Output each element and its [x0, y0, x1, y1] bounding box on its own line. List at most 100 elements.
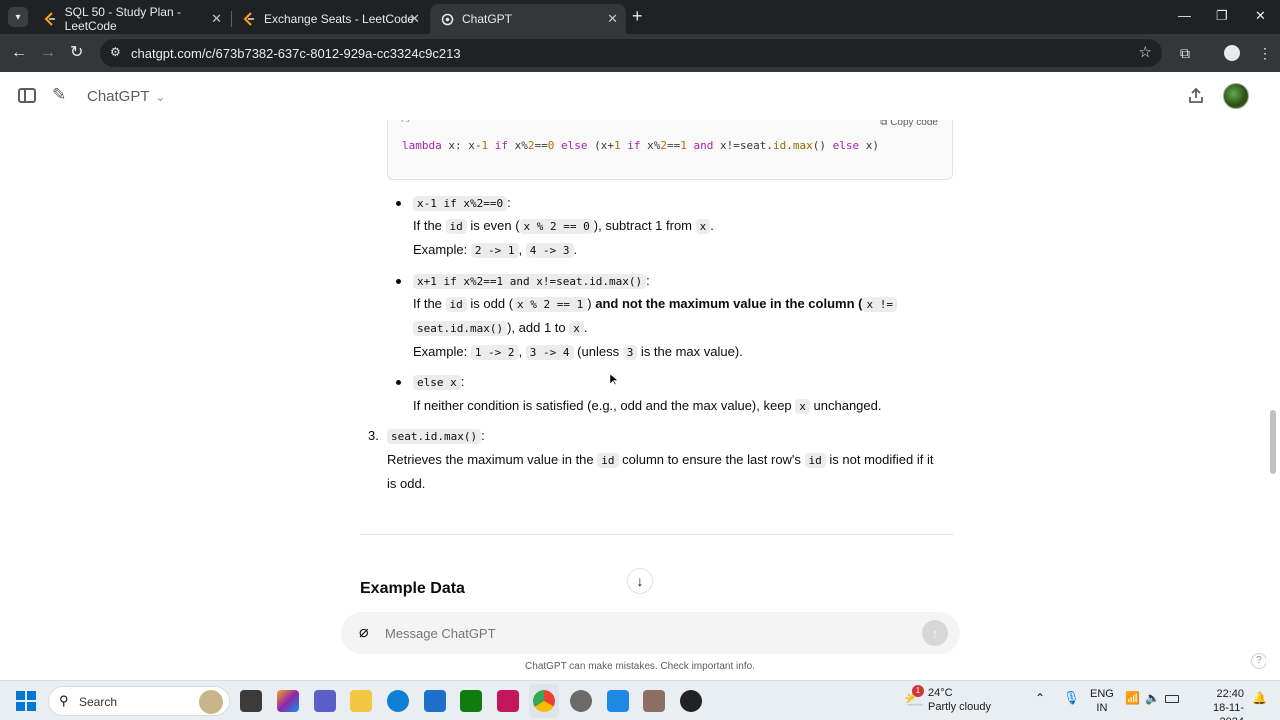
inline-code: x	[695, 219, 711, 234]
copilot-icon[interactable]	[277, 690, 299, 712]
text: :	[507, 195, 511, 210]
task-view-icon[interactable]	[240, 690, 262, 712]
numbered-line: is odd.	[387, 476, 426, 491]
notification-bell-icon[interactable]: 🔔	[1252, 691, 1267, 705]
clock[interactable]: 22:40 18-11-2024	[1192, 687, 1244, 720]
inline-code: 3 -> 4	[525, 345, 574, 360]
tray-chevron-icon[interactable]: ⌃	[1035, 691, 1045, 705]
mcafee-icon[interactable]	[497, 690, 519, 712]
inline-code: x !=	[862, 297, 897, 312]
region-code: IN	[1096, 702, 1108, 714]
attach-icon[interactable]: ⌀	[359, 622, 369, 642]
copy-code-button[interactable]: ⧉ Copy code	[880, 120, 938, 128]
text: :	[646, 273, 650, 288]
volume-icon[interactable]: 🔈	[1145, 691, 1160, 705]
tab-search-button[interactable]: ▾	[8, 7, 28, 27]
disclaimer: ChatGPT can make mistakes. Check importa…	[525, 661, 755, 672]
text: :	[481, 428, 485, 443]
url-text: chatgpt.com/c/673b7382-637c-8012-929a-cc…	[131, 46, 461, 61]
reload-icon[interactable]: ↻	[70, 43, 83, 63]
code-token: 2	[660, 139, 667, 152]
avatar[interactable]	[1223, 83, 1249, 109]
text: unchanged.	[809, 398, 882, 413]
page-scrollbar[interactable]	[1266, 72, 1280, 680]
new-chat-icon[interactable]: ✎	[52, 85, 66, 105]
help-button[interactable]: ?	[1251, 653, 1266, 669]
inline-code: seat.id.max()	[387, 429, 482, 444]
windows-start-icon[interactable]	[16, 691, 36, 711]
chevron-down-icon: ⌄	[155, 90, 166, 104]
text: If the	[413, 296, 446, 311]
address-bar[interactable]: ⚙ chatgpt.com/c/673b7382-637c-8012-929a-…	[100, 39, 1162, 67]
tab-exchange-seats[interactable]: Exchange Seats - LeetCode ✕	[232, 4, 428, 34]
teams-icon[interactable]	[314, 690, 336, 712]
windows-taskbar: ⚲ Search ⛅ 1 24°C Partly cloudy ⌃ 🎙 ENG …	[0, 680, 1280, 720]
close-tab-icon[interactable]: ✕	[607, 11, 618, 27]
sidebar-toggle-icon[interactable]	[18, 88, 36, 103]
maximize-icon[interactable]: ❐	[1216, 8, 1228, 24]
search-label: Search	[79, 695, 118, 709]
share-icon[interactable]	[1186, 86, 1206, 106]
extensions-icon[interactable]: ⧉	[1180, 43, 1190, 63]
browser-tab-bar: ▾ SQL 50 - Study Plan - LeetCode ✕ Excha…	[0, 0, 1280, 34]
battery-icon[interactable]	[1165, 695, 1179, 703]
scroll-to-bottom-button[interactable]: ↓	[627, 568, 653, 594]
taskbar-search-box[interactable]: ⚲ Search	[48, 686, 230, 716]
language-indicator[interactable]: ENG IN	[1090, 687, 1114, 715]
text: Retrieves the maximum value in the	[387, 452, 598, 467]
bullet-dot	[396, 201, 401, 206]
close-tab-icon[interactable]: ✕	[211, 11, 222, 27]
message-input[interactable]	[385, 622, 905, 644]
edge-icon[interactable]	[387, 690, 409, 712]
minimize-icon[interactable]: —	[1178, 8, 1191, 23]
close-tab-icon[interactable]: ✕	[409, 11, 420, 27]
bullet-example: Example: 2 -> 1, 4 -> 3.	[413, 242, 577, 259]
settings-icon[interactable]	[570, 690, 592, 712]
code-token: else	[561, 139, 588, 152]
tab-title: SQL 50 - Study Plan - LeetCode	[64, 5, 181, 33]
close-window-icon[interactable]: ✕	[1255, 8, 1266, 24]
wifi-icon[interactable]: 📶	[1125, 691, 1140, 705]
section-heading: Example Data	[360, 580, 465, 597]
browser-menu-icon[interactable]: ⋮	[1258, 43, 1272, 63]
bookmark-star-icon[interactable]: ☆	[1139, 43, 1152, 61]
send-button[interactable]: ↑	[922, 620, 948, 646]
text: is odd (	[466, 296, 514, 311]
microphone-icon[interactable]: 🎙	[1063, 690, 1080, 706]
leetcode-icon	[242, 12, 256, 26]
code-token: x%	[640, 139, 661, 152]
xbox-icon[interactable]	[460, 690, 482, 712]
new-tab-button[interactable]: +	[632, 7, 643, 25]
model-selector[interactable]: ChatGPT ⌄	[87, 88, 165, 105]
text: Example:	[413, 242, 471, 257]
forward-icon[interactable]: →	[40, 43, 56, 63]
profile-icon[interactable]	[1224, 45, 1240, 61]
section-divider	[360, 534, 954, 535]
bold-text: and not the maximum value in the column …	[595, 296, 863, 311]
inline-code: x % 2 == 0	[519, 219, 594, 234]
github-icon[interactable]	[680, 690, 702, 712]
app-title: ChatGPT	[87, 88, 150, 105]
search-icon: ⚲	[59, 693, 69, 708]
text: ), subtract 1 from	[593, 218, 696, 233]
store-icon[interactable]	[424, 690, 446, 712]
app-icon[interactable]	[643, 690, 665, 712]
tab-sql-50[interactable]: SQL 50 - Study Plan - LeetCode ✕	[34, 4, 230, 34]
scrollbar-thumb[interactable]	[1270, 410, 1276, 474]
text: .	[710, 218, 714, 233]
inline-code: 3	[622, 345, 638, 360]
bullet-example: Example: 1 -> 2, 3 -> 4 (unless 3 is the…	[413, 344, 743, 361]
weather-desc: Partly cloudy	[928, 701, 991, 713]
chatgpt-header: ✎ ChatGPT ⌄	[0, 72, 1280, 120]
weather-widget[interactable]: ⛅ 1 24°C Partly cloudy	[902, 685, 1002, 716]
tab-chatgpt[interactable]: ChatGPT ✕	[430, 4, 626, 34]
inline-code: else x	[413, 375, 461, 390]
file-explorer-icon[interactable]	[350, 690, 372, 712]
back-icon[interactable]: ←	[11, 43, 27, 63]
weather-badge: 1	[912, 685, 924, 697]
chrome-icon[interactable]	[533, 690, 555, 712]
inline-code: x-1 if x%2==0	[413, 196, 508, 211]
site-info-icon[interactable]: ⚙	[110, 45, 121, 59]
vscode-icon[interactable]	[607, 690, 629, 712]
bullet-heading: else x:	[413, 374, 464, 391]
